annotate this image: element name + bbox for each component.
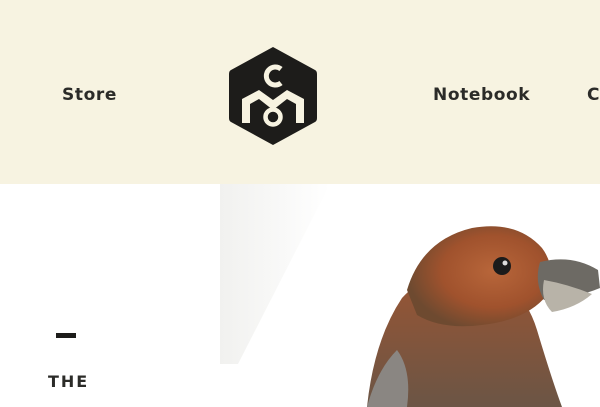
hero-dash-divider — [56, 333, 76, 338]
hero-section: THE — [0, 184, 600, 407]
nav-link-notebook[interactable]: Notebook — [433, 84, 530, 106]
site-header: Store Notebook C — [0, 0, 600, 184]
nav-link-store[interactable]: Store — [62, 84, 117, 106]
page: Store Notebook C THE — [0, 0, 600, 407]
crossbill-bird-photo — [367, 226, 600, 407]
hero-title: THE — [48, 372, 90, 391]
brand-logo[interactable] — [228, 45, 318, 147]
hero-shadow-shape — [220, 184, 330, 364]
nav-link-partial[interactable]: C — [587, 84, 600, 106]
hexagon-monogram-icon — [229, 47, 317, 145]
